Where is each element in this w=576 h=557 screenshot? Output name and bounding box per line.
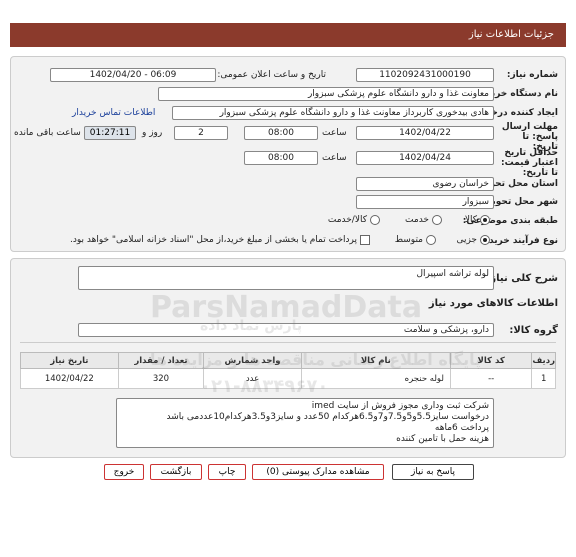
- deadline-time-label: ساعت: [322, 128, 347, 138]
- col-unit: واحد شمارش: [203, 352, 302, 369]
- description-field: لوله تراشه اسپیرال: [78, 266, 494, 290]
- need-number-label: شماره نیاز:: [506, 70, 558, 80]
- province-field: خراسان رضوی: [356, 177, 494, 191]
- validity-time-field: 08:00: [244, 151, 318, 165]
- cell-name: لوله حنجره: [300, 368, 451, 389]
- process-partial-option[interactable]: جزیی: [456, 235, 490, 245]
- divider: [20, 342, 556, 343]
- radio-icon[interactable]: [370, 215, 380, 225]
- buyer-contact-link[interactable]: اطلاعات تماس خریدار: [72, 108, 155, 118]
- notes-line: شرکت ثبت وداری مجوز فروش از سایت imed: [311, 401, 489, 411]
- notes-line: درخواست سایز5.5و5و7.5و7و6.5هرکدام 50عدد …: [166, 412, 489, 422]
- announce-label: تاریخ و ساعت اعلان عمومی:: [217, 70, 326, 80]
- category-goods-option[interactable]: کالا: [465, 215, 490, 225]
- radio-icon[interactable]: [426, 235, 436, 245]
- deadline-time-field: 08:00: [244, 126, 318, 140]
- radio-selected-icon[interactable]: [480, 235, 490, 245]
- days-label: روز و: [142, 128, 163, 138]
- cell-code: --: [449, 368, 533, 389]
- reply-button[interactable]: پاسخ به نیاز: [392, 464, 474, 480]
- notes-line: هزینه حمل با تامین کننده: [396, 434, 489, 444]
- city-field: سبزوار: [356, 195, 494, 209]
- cell-date: 1402/04/22: [20, 368, 119, 389]
- need-number-field: 1102092431000190: [356, 68, 494, 82]
- exit-button[interactable]: خروج: [104, 464, 144, 480]
- description-label: شرح کلی نیاز:: [486, 273, 558, 284]
- print-button[interactable]: چاپ: [208, 464, 246, 480]
- goods-group-field: دارو، پزشکی و سلامت: [78, 323, 494, 337]
- goods-section-title: اطلاعات کالاهای مورد نیاز: [428, 298, 558, 309]
- col-code: کد کالا: [449, 352, 533, 369]
- validity-time-label: ساعت: [322, 153, 347, 163]
- buyer-notes: شرکت ثبت وداری مجوز فروش از سایت imed در…: [116, 398, 494, 448]
- validity-label: حداقل تاریخ اعتبار قیمت: تا تاریخ:: [500, 148, 558, 178]
- notes-line: پرداخت 6ماهه: [434, 423, 489, 433]
- col-qty: تعداد / مقدار: [117, 352, 205, 369]
- category-service-option[interactable]: خدمت: [405, 215, 442, 225]
- buyer-org-field: معاونت غذا و دارو دانشگاه علوم پزشکی سبز…: [158, 87, 494, 101]
- remaining-label: ساعت باقی مانده: [14, 128, 81, 138]
- goods-table: ردیف کد کالا نام کالا واحد شمارش تعداد /…: [20, 352, 556, 389]
- days-field: 2: [174, 126, 228, 140]
- cell-unit: عدد: [203, 368, 302, 389]
- treasury-payment-option[interactable]: پرداخت تمام یا بخشی از مبلغ خرید،از محل …: [70, 235, 370, 245]
- cell-qty: 320: [117, 368, 205, 389]
- attachments-button[interactable]: مشاهده مدارک پیوستی (0): [252, 464, 384, 480]
- category-both-option[interactable]: کالا/خدمت: [328, 215, 380, 225]
- validity-date-field: 1402/04/24: [356, 151, 494, 165]
- creator-field: هادی بیدخوری کاربرداز معاونت غذا و دارو …: [172, 106, 494, 120]
- process-label: نوع فرآیند خرید :: [482, 236, 558, 246]
- announce-field: 1402/04/20 - 06:09: [50, 68, 216, 82]
- page-title: جزئیات اطلاعات نیاز: [10, 23, 566, 47]
- process-medium-option[interactable]: متوسط: [395, 235, 436, 245]
- col-row: ردیف: [531, 352, 556, 369]
- remaining-timer: 01:27:11: [84, 126, 136, 140]
- col-date: تاریخ نیاز: [20, 352, 119, 369]
- back-button[interactable]: بازگشت: [150, 464, 202, 480]
- table-row: 1 -- لوله حنجره عدد 320 1402/04/22: [20, 368, 556, 389]
- radio-icon[interactable]: [432, 215, 442, 225]
- goods-group-label: گروه کالا:: [509, 325, 558, 336]
- deadline-date-field: 1402/04/22: [356, 126, 494, 140]
- radio-selected-icon[interactable]: [480, 215, 490, 225]
- checkbox-icon[interactable]: [360, 235, 370, 245]
- cell-row: 1: [531, 368, 556, 389]
- table-header-row: ردیف کد کالا نام کالا واحد شمارش تعداد /…: [20, 352, 556, 369]
- col-name: نام کالا: [300, 352, 451, 369]
